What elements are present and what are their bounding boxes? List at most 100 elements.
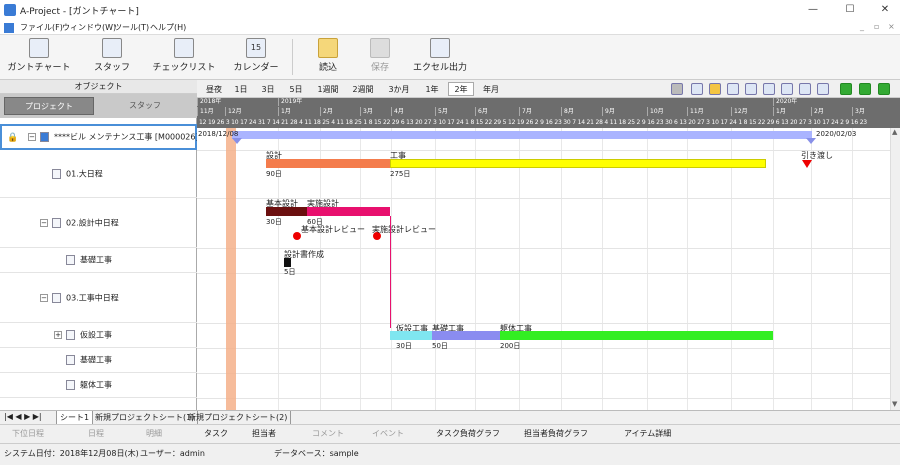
tree-row-construction[interactable]: − 03.工事中日程 xyxy=(0,273,197,323)
arrow-right-icon[interactable] xyxy=(878,83,890,95)
collapse-icon[interactable]: − xyxy=(40,293,48,302)
zoom-out-icon[interactable] xyxy=(799,83,811,95)
scale-3month[interactable]: 3か月 xyxy=(382,82,416,96)
scale-5day[interactable]: 5日 xyxy=(285,82,307,96)
project-summary-bar[interactable] xyxy=(232,131,812,139)
table-icon[interactable] xyxy=(745,83,757,95)
event-button[interactable]: イベント xyxy=(372,428,404,439)
month-label: 10月 xyxy=(647,107,687,116)
object-panel-header: オブジェクト xyxy=(0,80,197,94)
menu-file[interactable]: ファイル(F) xyxy=(20,22,63,33)
day-labels: 12 19 26 3 10 17 24 31 7 14 21 28 4 11 1… xyxy=(199,119,867,126)
tree-row-foundation[interactable]: 基礎工事 xyxy=(0,248,197,273)
tree-row-schedule[interactable]: 01.大日程 xyxy=(0,150,197,198)
staff-button[interactable]: スタッフ xyxy=(84,37,140,77)
expand-icon[interactable]: + xyxy=(54,331,62,339)
project-icon xyxy=(40,132,49,142)
frame-works-bar[interactable] xyxy=(500,331,773,340)
project-end-date: 2020/02/03 xyxy=(816,130,857,138)
vertical-scrollbar[interactable]: ▲ ▼ xyxy=(890,128,900,410)
collapse-icon[interactable]: − xyxy=(40,218,48,227)
scale-day-night[interactable]: 昼夜 xyxy=(202,82,226,96)
menu-window[interactable]: ウィンドウ(W) xyxy=(62,22,116,33)
maximize-button[interactable]: ☐ xyxy=(843,3,857,17)
assignee-button[interactable]: 担当者 xyxy=(252,428,276,439)
undo-icon[interactable] xyxy=(671,83,683,95)
tab-project[interactable]: プロジェクト xyxy=(4,97,94,115)
checklist-button[interactable]: チェックリスト xyxy=(150,37,218,77)
menu-tools[interactable]: ツール(T) xyxy=(114,22,149,33)
tree-label: 基礎工事 xyxy=(80,255,112,265)
load-button[interactable]: 読込 xyxy=(308,37,348,77)
title-bar: A-Project - [ガントチャート] — ☐ ✕ xyxy=(0,0,900,20)
scale-1day[interactable]: 1日 xyxy=(230,82,252,96)
tree-row-project[interactable]: 🔒 − ****ビル メンテナンス工事 [M000026] xyxy=(0,124,199,150)
sheet-nav-icons[interactable]: |◀ ◀ ▶ ▶| xyxy=(4,412,42,421)
close-button[interactable]: ✕ xyxy=(878,3,892,17)
scale-year-month[interactable]: 年月 xyxy=(477,82,505,96)
month-label: 3月 xyxy=(360,107,391,116)
sub-schedule-button[interactable]: 下位日程 xyxy=(12,428,44,439)
collapse-icon[interactable]: − xyxy=(28,133,36,141)
comment-button[interactable]: コメント xyxy=(312,428,344,439)
month-label: 1月 xyxy=(278,107,320,116)
zoom-fit-icon[interactable] xyxy=(763,83,775,95)
scale-2year[interactable]: 2年 xyxy=(448,82,474,96)
scale-1year[interactable]: 1年 xyxy=(419,82,445,96)
sheet-tab[interactable]: 新規プロジェクトシート(1) xyxy=(92,411,199,424)
scale-1week[interactable]: 1週間 xyxy=(312,82,344,96)
grid-icon[interactable] xyxy=(727,83,739,95)
detail-button[interactable]: 明細 xyxy=(146,428,162,439)
summary-start-marker xyxy=(232,138,242,144)
scroll-up-icon[interactable]: ▲ xyxy=(892,128,897,136)
duration-label: 200日 xyxy=(500,342,521,350)
main-toolbar: ガントチャート スタッフ チェックリスト 15 カレンダー 読込 保存 エクセル… xyxy=(0,35,900,80)
construction-bar[interactable] xyxy=(390,159,766,168)
lightning-icon[interactable] xyxy=(709,83,721,95)
month-label: 4月 xyxy=(391,107,435,116)
month-label: 2月 xyxy=(320,107,360,116)
basic-review-milestone[interactable] xyxy=(293,232,301,240)
tree-row-foundation-2[interactable]: 基礎工事 xyxy=(0,348,197,373)
task-button[interactable]: タスク xyxy=(204,428,228,439)
foundation-bar[interactable] xyxy=(432,331,500,340)
handover-milestone[interactable] xyxy=(802,160,812,168)
design-doc-bar[interactable] xyxy=(284,258,291,267)
tree-row-temporary[interactable]: + 仮設工事 xyxy=(0,323,197,348)
printer-icon xyxy=(430,38,450,58)
minimize-button[interactable]: — xyxy=(806,3,820,17)
tree-row-frame[interactable]: 躯体工事 xyxy=(0,373,197,398)
zoom-in-icon[interactable] xyxy=(781,83,793,95)
mdi-close-icon[interactable]: × xyxy=(888,22,895,31)
gantt-chart-button[interactable]: ガントチャート xyxy=(6,37,72,77)
save-button[interactable]: 保存 xyxy=(360,37,400,77)
design-bar[interactable] xyxy=(266,159,390,168)
mdi-restore-icon[interactable]: ▫ xyxy=(874,22,879,31)
lock-icon: 🔒 xyxy=(7,133,19,143)
tree-row-design[interactable]: − 02.設計中日程 xyxy=(0,198,197,248)
schedule-button[interactable]: 日程 xyxy=(88,428,104,439)
frame-icon[interactable] xyxy=(691,83,703,95)
scale-2week[interactable]: 2週間 xyxy=(347,82,379,96)
scale-3day[interactable]: 3日 xyxy=(257,82,279,96)
arrow-left-icon[interactable] xyxy=(859,83,871,95)
task-icon xyxy=(66,255,75,265)
menu-help[interactable]: ヘルプ(H) xyxy=(150,22,186,33)
zoom-reset-icon[interactable] xyxy=(817,83,829,95)
task-load-graph-button[interactable]: タスク負荷グラフ xyxy=(436,428,500,439)
duration-label: 275日 xyxy=(390,170,411,178)
calendar-button[interactable]: 15 カレンダー xyxy=(228,37,284,77)
temporary-works-bar[interactable] xyxy=(390,331,432,340)
mdi-minimize-icon[interactable]: _ xyxy=(860,22,864,31)
detail-design-bar[interactable] xyxy=(307,207,390,216)
sheet-tab[interactable]: シート1 xyxy=(56,411,94,424)
scroll-down-icon[interactable]: ▼ xyxy=(892,400,897,408)
assignee-load-graph-button[interactable]: 担当者負荷グラフ xyxy=(524,428,588,439)
sheet-tab[interactable]: 新規プロジェクトシート(2) xyxy=(185,411,292,424)
tab-staff[interactable]: スタッフ xyxy=(100,97,190,115)
excel-export-button[interactable]: エクセル出力 xyxy=(410,37,470,77)
item-detail-button[interactable]: アイテム詳細 xyxy=(624,428,671,439)
duration-label: 30日 xyxy=(266,218,282,226)
pause-icon[interactable] xyxy=(840,83,852,95)
basic-design-bar[interactable] xyxy=(266,207,307,216)
